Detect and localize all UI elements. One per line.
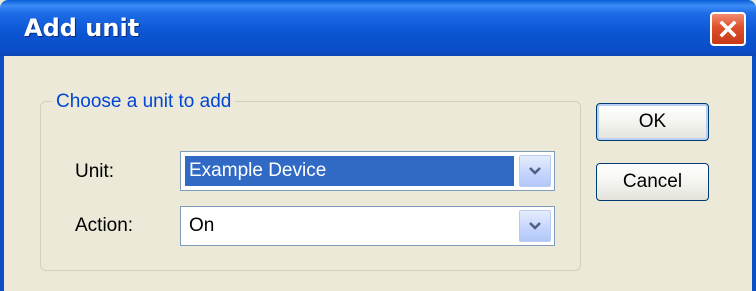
window-frame-left xyxy=(0,56,4,291)
ok-button[interactable]: OK xyxy=(596,103,709,141)
cancel-button[interactable]: Cancel xyxy=(596,163,709,201)
action-dropdown-button[interactable] xyxy=(519,210,551,242)
group-legend: Choose a unit to add xyxy=(52,92,236,112)
unit-dropdown-button[interactable] xyxy=(519,155,551,187)
chevron-down-icon xyxy=(529,222,541,230)
action-dropdown-value: On xyxy=(189,215,215,236)
unit-label: Unit: xyxy=(75,161,115,182)
chevron-down-icon xyxy=(529,167,541,175)
action-dropdown[interactable]: On xyxy=(180,206,555,246)
add-unit-dialog: Add unit Choose a unit to add Unit: Exam… xyxy=(0,0,756,291)
dialog-title: Add unit xyxy=(24,14,140,42)
title-bar[interactable]: Add unit xyxy=(0,0,756,56)
action-label: Action: xyxy=(75,215,134,236)
unit-dropdown[interactable]: Example Device xyxy=(180,151,555,191)
close-button[interactable] xyxy=(710,12,746,46)
unit-dropdown-value: Example Device xyxy=(185,156,514,186)
close-icon xyxy=(719,20,737,38)
window-frame-right xyxy=(752,56,756,291)
